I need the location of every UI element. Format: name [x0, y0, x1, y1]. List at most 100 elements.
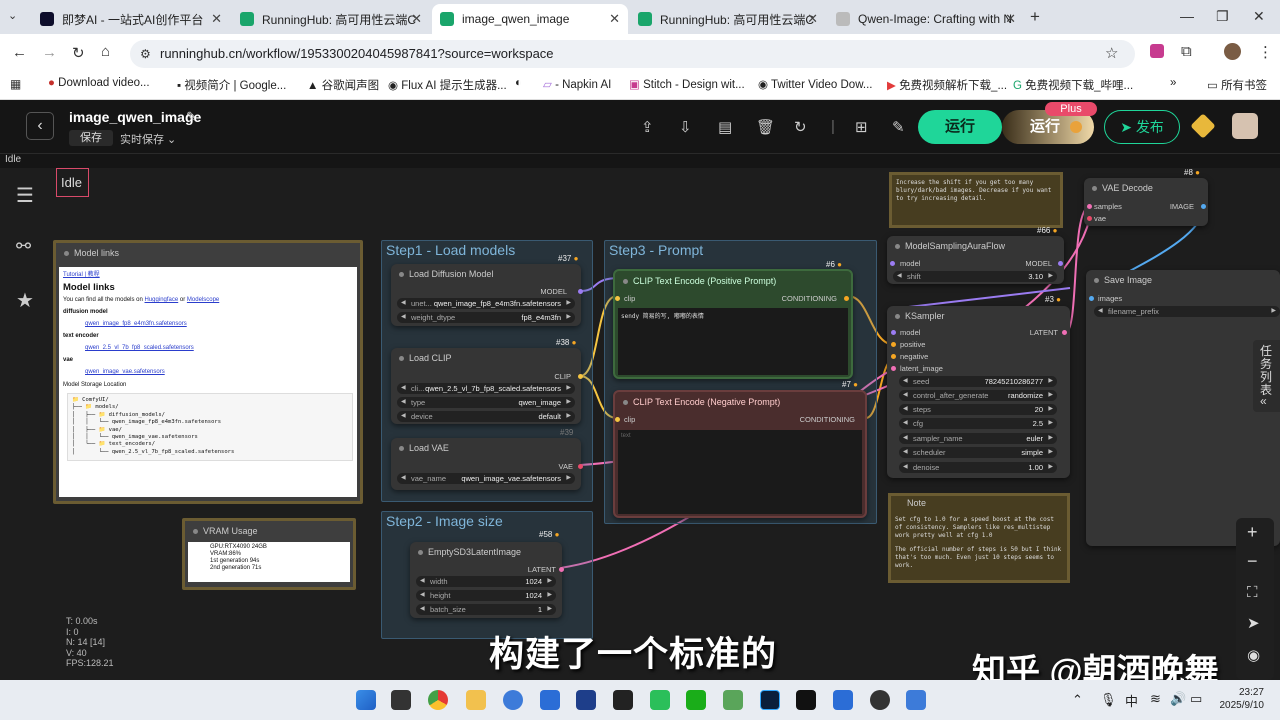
output-slot[interactable]: MODEL: [1025, 259, 1052, 268]
chrome-icon[interactable]: [428, 690, 448, 710]
vae-decode-node[interactable]: VAE Decode samples vae IMAGE: [1084, 178, 1208, 226]
edit-title-icon[interactable]: ✎: [186, 109, 197, 125]
output-dot[interactable]: [559, 567, 564, 572]
bookmark-item[interactable]: ◐: [515, 77, 522, 89]
refresh-icon[interactable]: ↻: [794, 118, 807, 136]
tutorial-link[interactable]: Tutorial | 教程: [63, 271, 353, 279]
workflow-canvas[interactable]: ☰ ⚯ ★ Idle Model links Tutorial | 教程 Mod…: [0, 168, 1280, 680]
file-link[interactable]: qwen_2.5_vl_7b_fp8_scaled.safetensors: [63, 344, 353, 352]
browser-tab[interactable]: Qwen-Image: Crafting with N ✕: [828, 4, 1024, 34]
widget[interactable]: width1024: [416, 576, 556, 587]
bookmark-item[interactable]: G 免费视频下载_哔哩...: [1013, 77, 1133, 93]
zoom-out-icon[interactable]: −: [1247, 551, 1258, 572]
app-icon[interactable]: [833, 690, 853, 710]
url-input[interactable]: ⚙ runninghub.cn/workflow/195330020404598…: [130, 40, 1135, 68]
zoom-in-icon[interactable]: +: [1247, 522, 1258, 543]
prompt-textarea[interactable]: text: [618, 430, 862, 514]
grid-icon[interactable]: ⊞: [855, 118, 868, 136]
widget[interactable]: steps20: [899, 404, 1057, 415]
bookmark-star-icon[interactable]: ☆: [1105, 40, 1118, 68]
select-mode-icon[interactable]: ➤: [1247, 614, 1260, 632]
bookmark-item[interactable]: ◉ Flux AI 提示生成器...: [388, 77, 507, 93]
forward-icon[interactable]: →: [42, 44, 57, 61]
download-icon[interactable]: ⇩: [679, 118, 692, 136]
tab-search-icon[interactable]: ⌄: [8, 9, 17, 22]
model-sampling-auraflow-node[interactable]: ModelSamplingAuraFlow model MODEL shift3…: [887, 236, 1064, 284]
terminal-icon[interactable]: [613, 690, 633, 710]
widget[interactable]: unet...qwen_image_fp8_e4m3fn.safetensors: [397, 298, 575, 309]
autosave-dropdown[interactable]: 实时保存 ⌄: [120, 131, 176, 147]
visibility-icon[interactable]: ◉: [1247, 646, 1260, 664]
widget[interactable]: denoise1.00: [899, 462, 1057, 473]
minimize-icon[interactable]: —: [1180, 8, 1194, 24]
all-bookmarks-folder[interactable]: ▭ 所有书签: [1207, 77, 1267, 93]
clip-positive-node[interactable]: CLIP Text Encode (Positive Prompt) clip …: [613, 269, 853, 379]
battery-icon[interactable]: ▭: [1190, 691, 1202, 707]
widget[interactable]: schedulersimple: [899, 447, 1057, 458]
volume-icon[interactable]: 🔊: [1170, 691, 1186, 707]
user-avatar[interactable]: [1232, 113, 1258, 139]
start-icon[interactable]: [356, 690, 376, 710]
maximize-icon[interactable]: ❐: [1216, 8, 1229, 25]
app-icon[interactable]: [576, 690, 596, 710]
input-slot[interactable]: positive: [900, 340, 925, 349]
empty-latent-node[interactable]: EmptySD3LatentImage LATENT width1024 hei…: [410, 542, 564, 618]
app-icon[interactable]: [503, 690, 523, 710]
output-slot[interactable]: CLIP: [554, 372, 571, 381]
widget[interactable]: cli...qwen_2.5_vl_7b_fp8_scaled.safetens…: [397, 383, 575, 394]
widget[interactable]: filename_prefix: [1094, 306, 1280, 317]
output-slot[interactable]: LATENT: [528, 565, 556, 574]
input-slot[interactable]: model: [900, 259, 920, 268]
upload-icon[interactable]: ⇪: [641, 118, 654, 136]
input-slot[interactable]: latent_image: [900, 364, 943, 373]
output-slot[interactable]: LATENT: [1030, 328, 1058, 337]
widget[interactable]: control_after_generaterandomize: [899, 390, 1057, 401]
ms-link[interactable]: Modelscope: [187, 297, 219, 303]
wifi-icon[interactable]: ≋: [1150, 691, 1161, 707]
widget[interactable]: devicedefault: [397, 411, 575, 422]
input-slot[interactable]: model: [900, 328, 920, 337]
tray-chevron-icon[interactable]: ⌃: [1072, 692, 1083, 708]
more-bookmarks-icon[interactable]: »: [1170, 77, 1176, 89]
input-slot[interactable]: samples: [1094, 202, 1122, 211]
input-slot[interactable]: clip: [624, 294, 635, 303]
browser-tab[interactable]: 即梦AI - 一站式AI创作平台 ✕: [32, 4, 230, 34]
back-button[interactable]: ‹: [26, 112, 54, 140]
input-slot[interactable]: images: [1098, 294, 1122, 303]
browser-tab[interactable]: RunningHub: 高可用性云端C ✕: [630, 4, 826, 34]
file-explorer-icon[interactable]: [466, 690, 486, 710]
browser-tab[interactable]: RunningHub: 高可用性云端C ✕: [232, 4, 430, 34]
save-image-node[interactable]: Save Image images filename_prefix: [1086, 270, 1280, 546]
hf-link[interactable]: Huggingface: [145, 297, 179, 303]
fit-view-icon[interactable]: ⛶: [1247, 584, 1258, 601]
output-dot[interactable]: [1058, 261, 1063, 266]
photoshop-icon[interactable]: [760, 690, 780, 710]
bookmark-item[interactable]: ▶ 免费视频解析下载_...: [887, 77, 1007, 93]
close-icon[interactable]: ✕: [807, 11, 818, 27]
model-links-node[interactable]: Model links Tutorial | 教程 Model links Yo…: [53, 240, 363, 504]
app-icon[interactable]: [906, 690, 926, 710]
widget[interactable]: height1024: [416, 590, 556, 601]
close-icon[interactable]: ✕: [211, 11, 222, 27]
bookmark-item[interactable]: ▱ - Napkin AI: [543, 77, 611, 91]
output-slot[interactable]: VAE: [559, 462, 573, 471]
output-slot[interactable]: IMAGE: [1170, 202, 1194, 211]
ksampler-node[interactable]: KSampler model positive negative latent_…: [887, 306, 1070, 478]
microphone-icon[interactable]: 🎙: [1100, 692, 1117, 708]
clock[interactable]: 23:27 2025/9/10: [1214, 686, 1265, 712]
save-button[interactable]: 保存: [69, 130, 113, 146]
input-slot[interactable]: clip: [624, 415, 635, 424]
menu-kebab-icon[interactable]: ⋮: [1258, 43, 1273, 61]
new-tab-icon[interactable]: +: [1030, 7, 1040, 27]
publish-button[interactable]: ➤ 发布: [1104, 110, 1180, 144]
input-slot[interactable]: vae: [1094, 214, 1106, 223]
close-icon[interactable]: ✕: [1005, 11, 1016, 27]
vip-diamond-icon[interactable]: [1190, 113, 1216, 139]
close-window-icon[interactable]: ✕: [1253, 8, 1265, 25]
output-dot[interactable]: [1062, 330, 1067, 335]
profile-avatar[interactable]: [1224, 43, 1241, 60]
widget[interactable]: vae_nameqwen_image_vae.safetensors: [397, 473, 575, 484]
extension-icon[interactable]: [1150, 44, 1164, 58]
widget[interactable]: weight_dtypefp8_e4m3fn: [397, 312, 575, 323]
bookmark-item[interactable]: ● Download video...: [48, 77, 150, 89]
